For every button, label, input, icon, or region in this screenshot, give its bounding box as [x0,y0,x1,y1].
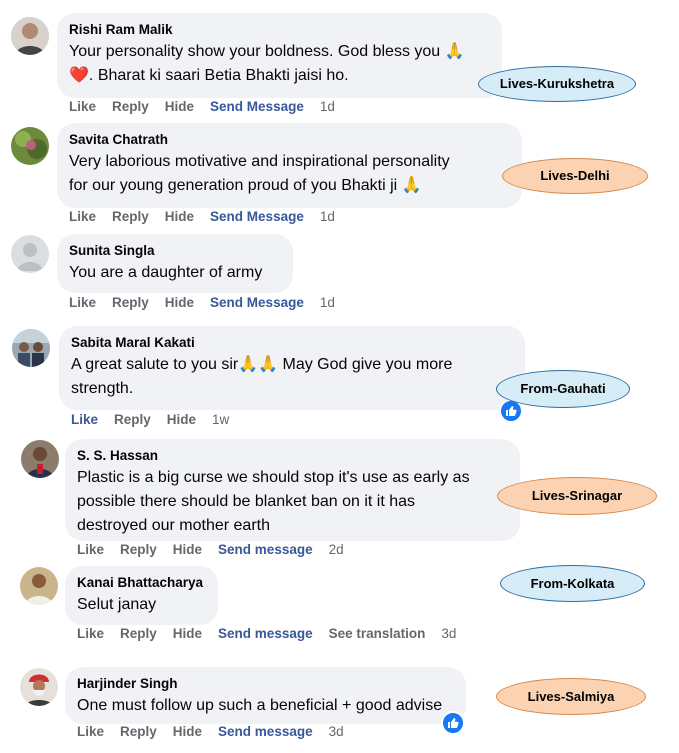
avatar[interactable] [11,127,49,165]
comment-text-line: ❤️. Bharat ki saari Betia Bhakti jaisi h… [69,67,349,84]
comment-bubble: Rishi Ram Malik Your personality show yo… [57,13,502,98]
comment-actions: Like Reply Hide Send message 2d [77,542,360,557]
hide-button[interactable]: Hide [165,99,194,114]
avatar-photo-icon [21,440,59,478]
commenter-name[interactable]: S. S. Hassan [77,447,508,464]
avatar-photo-icon [11,127,49,165]
timestamp[interactable]: 3d [329,724,344,739]
location-label: Lives-Delhi [502,158,648,194]
timestamp[interactable]: 1d [320,209,335,224]
comment-actions: Like Reply Hide Send Message 1d [69,99,351,114]
comment-actions: Like Reply Hide 1w [71,412,245,427]
send-message-button[interactable]: Send message [218,724,313,739]
like-button[interactable]: Like [77,626,104,641]
avatar[interactable] [11,17,49,55]
comment-bubble: Savita Chatrath Very laborious motivativ… [57,123,522,208]
send-message-button[interactable]: Send Message [210,99,304,114]
comment-text-line: A great salute to you sir🙏🙏 May God give… [71,356,453,373]
comment-bubble: S. S. Hassan Plastic is a big curse we s… [65,439,520,541]
avatar[interactable] [20,567,58,605]
comment-text-line: Your personality show your boldness. God… [69,43,465,60]
avatar-photo-icon [12,329,50,367]
send-message-button[interactable]: Send Message [210,295,304,310]
hide-button[interactable]: Hide [173,542,202,557]
commenter-name[interactable]: Harjinder Singh [77,675,454,692]
commenter-name[interactable]: Sunita Singla [69,242,281,259]
location-label: Lives-Srinagar [497,477,657,515]
commenter-name[interactable]: Savita Chatrath [69,131,510,148]
thumbs-up-icon [448,718,459,728]
reply-button[interactable]: Reply [114,412,151,427]
location-label: From-Kolkata [500,565,645,602]
avatar-photo-icon [11,17,49,55]
send-message-button[interactable]: Send Message [210,209,304,224]
comment-text-line: Selut janay [77,596,157,613]
comment-text-line: One must follow up such a beneficial + g… [77,697,443,714]
comment-bubble: Sunita Singla You are a daughter of army [57,234,293,293]
hide-button[interactable]: Hide [173,724,202,739]
timestamp[interactable]: 2d [329,542,344,557]
comment-text-line: strength. [71,380,134,397]
comment-text-line: destroyed our mother earth [77,517,270,534]
comment-actions: Like Reply Hide Send Message 1d [69,295,351,310]
comment-text-line: Very laborious motivative and inspiratio… [69,153,450,170]
comment-bubble: Harjinder Singh One must follow up such … [65,667,466,724]
avatar-photo-icon [20,567,58,605]
avatar-photo-icon [20,668,58,706]
comment-text-line: You are a daughter of army [69,264,263,281]
timestamp[interactable]: 1d [320,295,335,310]
comment-actions: Like Reply Hide Send message See translation… [77,626,472,641]
comment-actions: Like Reply Hide Send Message 1d [69,209,351,224]
reply-button[interactable]: Reply [120,724,157,739]
location-label: Lives-Kurukshetra [478,66,636,102]
hide-button[interactable]: Hide [165,295,194,310]
reply-button[interactable]: Reply [120,626,157,641]
like-button[interactable]: Like [77,724,104,739]
comment-bubble: Kanai Bhattacharya Selut janay [65,566,218,625]
timestamp[interactable]: 3d [441,626,456,641]
like-button[interactable]: Like [71,412,98,427]
location-label: From-Gauhati [496,370,630,408]
comment-text-line: Plastic is a big curse we should stop it… [77,469,470,486]
see-translation-button[interactable]: See translation [329,626,426,641]
commenter-name[interactable]: Sabita Maral Kakati [71,334,513,351]
send-message-button[interactable]: Send message [218,626,313,641]
comment-text-line: for our young generation proud of you Bh… [69,177,422,194]
reply-button[interactable]: Reply [112,99,149,114]
thumbs-up-icon [506,406,517,416]
like-button[interactable]: Like [69,209,96,224]
hide-button[interactable]: Hide [165,209,194,224]
location-label: Lives-Salmiya [496,678,646,715]
like-button[interactable]: Like [69,295,96,310]
avatar[interactable] [12,329,50,367]
commenter-name[interactable]: Kanai Bhattacharya [77,574,206,591]
reply-button[interactable]: Reply [112,209,149,224]
reply-button[interactable]: Reply [112,295,149,310]
timestamp[interactable]: 1d [320,99,335,114]
send-message-button[interactable]: Send message [218,542,313,557]
comment-bubble: Sabita Maral Kakati A great salute to yo… [59,326,525,410]
reply-button[interactable]: Reply [120,542,157,557]
comment-text-line: possible there should be blanket ban on … [77,493,416,510]
default-avatar-icon [11,235,49,273]
comment-actions: Like Reply Hide Send message 3d [77,724,360,739]
hide-button[interactable]: Hide [167,412,196,427]
like-reaction-icon[interactable] [441,711,465,735]
avatar[interactable] [20,668,58,706]
commenter-name[interactable]: Rishi Ram Malik [69,21,490,38]
timestamp[interactable]: 1w [212,412,229,427]
like-button[interactable]: Like [77,542,104,557]
avatar[interactable] [21,440,59,478]
hide-button[interactable]: Hide [173,626,202,641]
avatar[interactable] [11,235,49,273]
like-button[interactable]: Like [69,99,96,114]
